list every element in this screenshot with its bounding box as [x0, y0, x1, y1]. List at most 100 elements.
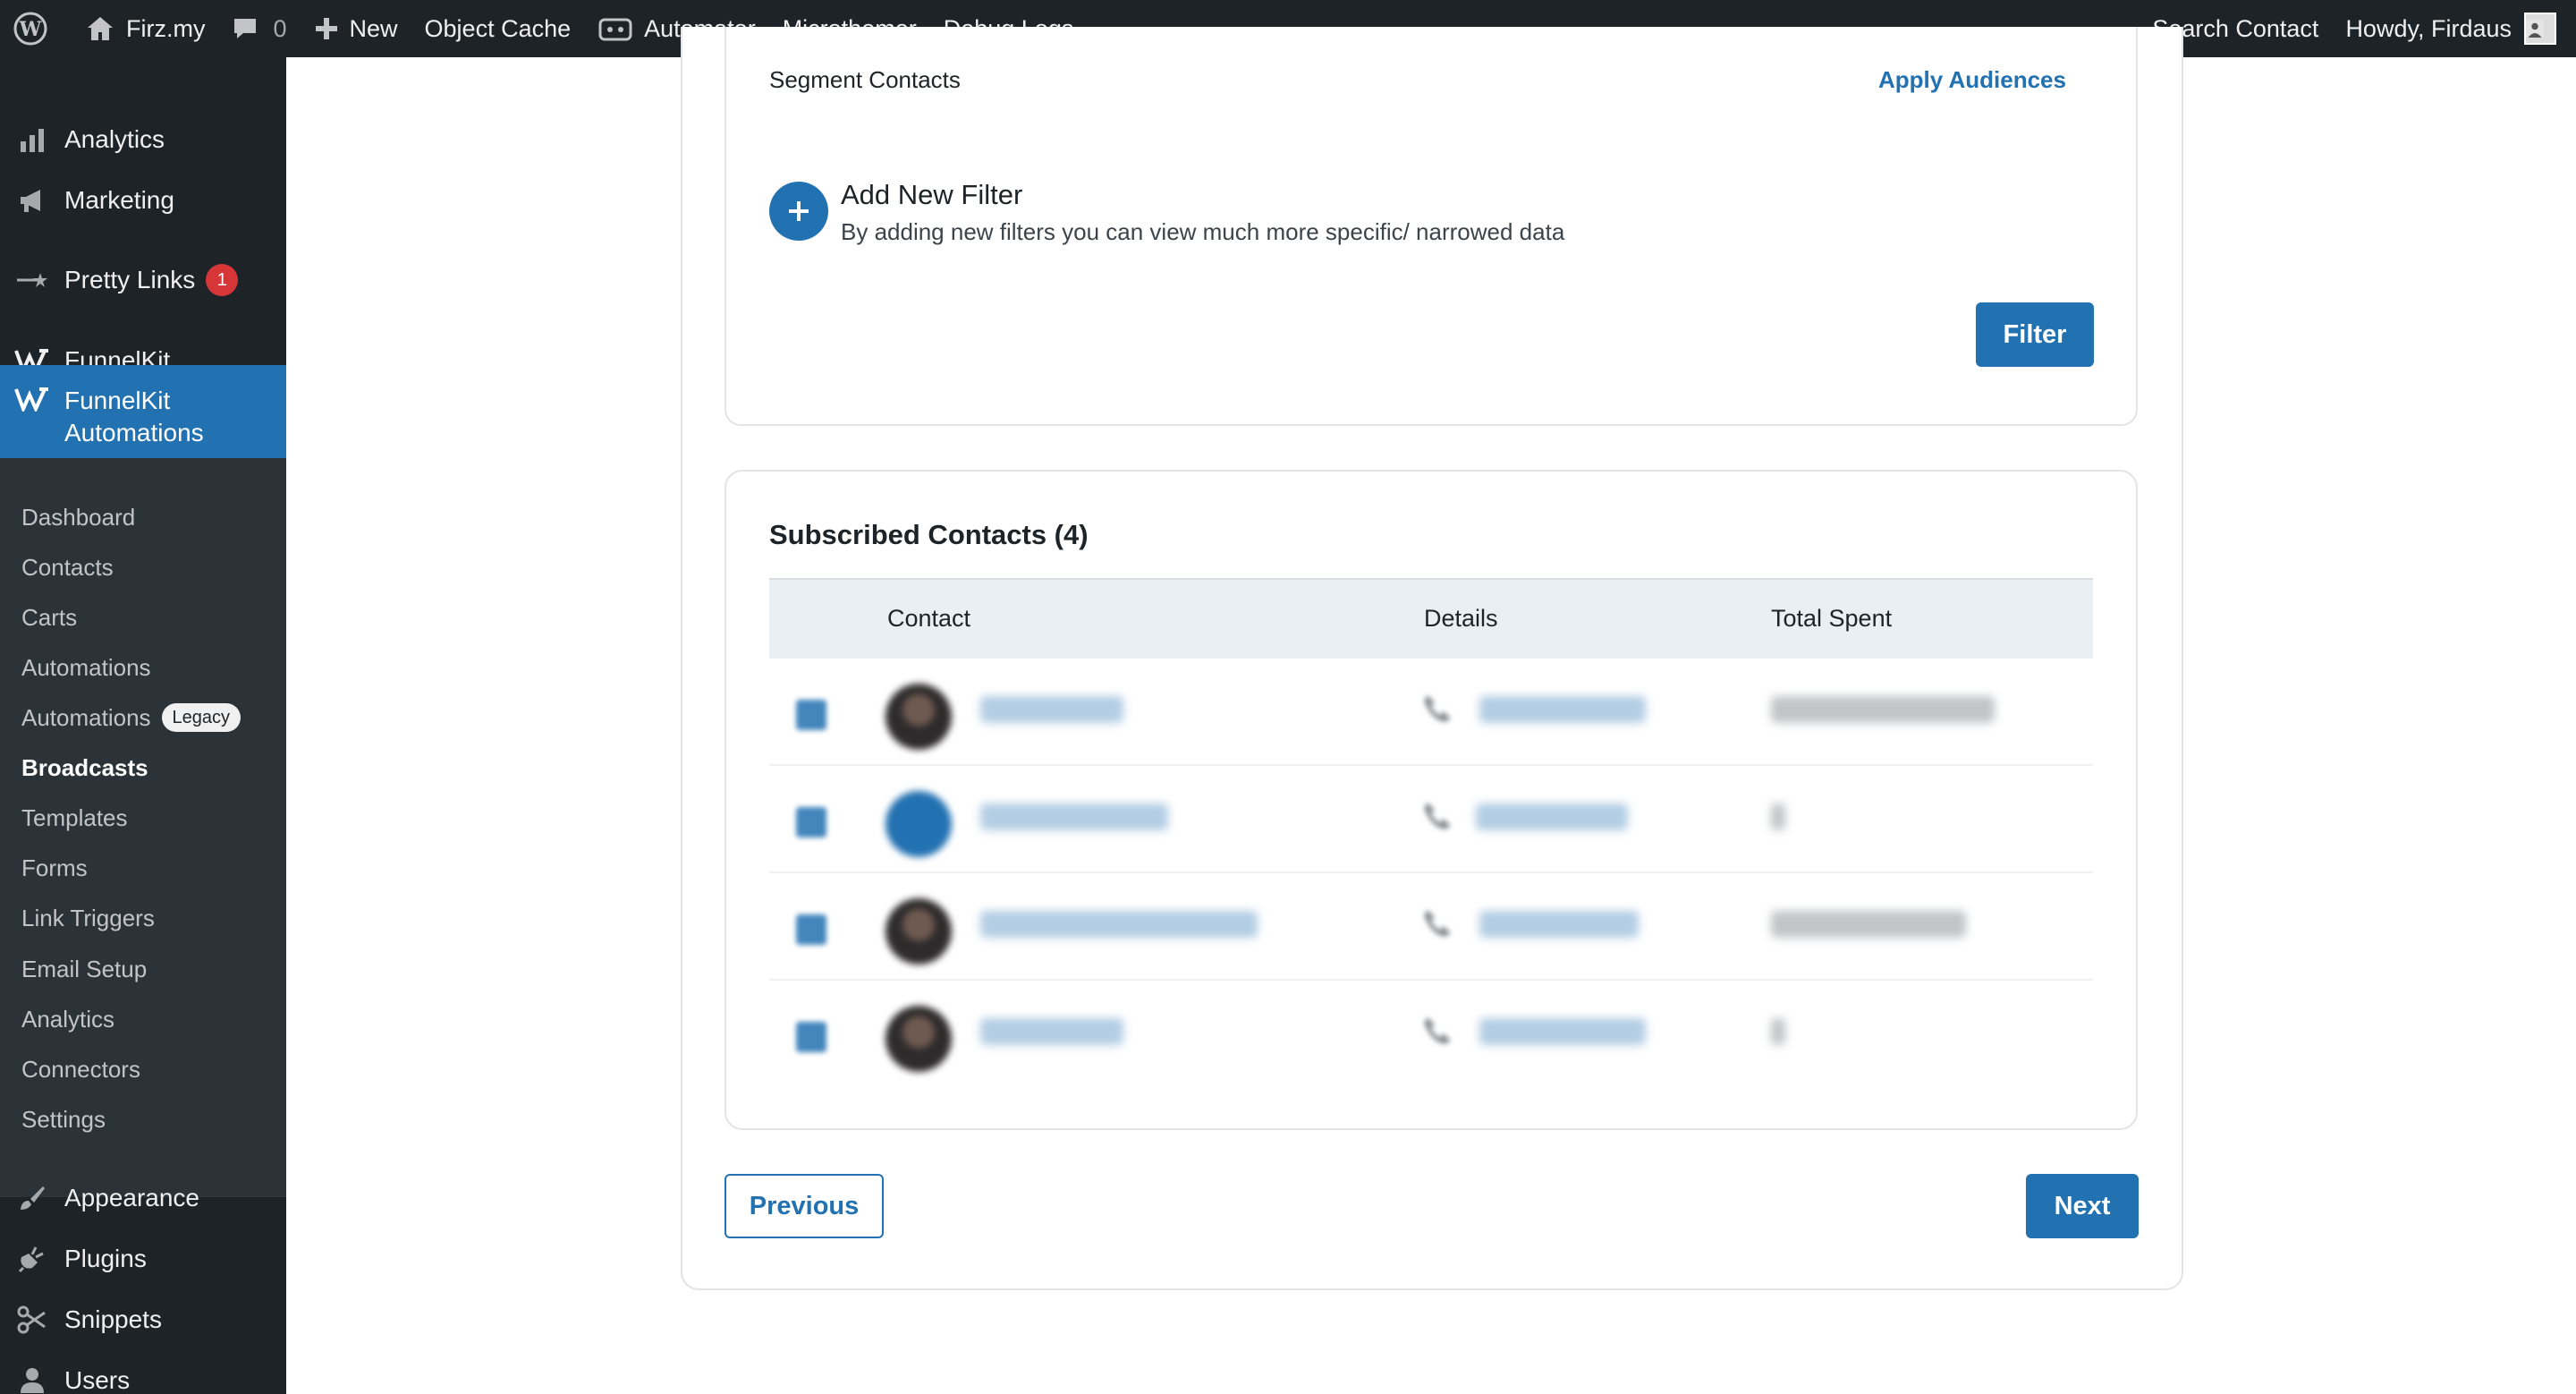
sidebar-item-label: Pretty Links	[64, 266, 196, 293]
site-name-link[interactable]: Firz.my	[72, 0, 218, 57]
add-filter-button[interactable]	[769, 182, 828, 241]
row-checkbox[interactable]	[796, 914, 826, 945]
submenu-carts[interactable]: Carts	[21, 599, 77, 635]
svg-text:W: W	[19, 18, 42, 41]
sidebar-item-label: Plugins	[64, 1245, 147, 1272]
funnelkit-logo-icon	[14, 385, 50, 421]
avatar	[886, 898, 952, 965]
subscribed-contacts-title: Subscribed Contacts (4)	[769, 519, 1089, 550]
plus-icon	[789, 201, 809, 221]
legacy-badge: Legacy	[161, 703, 242, 732]
segment-contacts-label: Segment Contacts	[769, 66, 961, 93]
new-content-link[interactable]: New	[301, 0, 411, 57]
submenu-automations[interactable]: Automations	[21, 650, 151, 685]
table-row[interactable]	[769, 981, 2093, 1088]
blurred-total-spent	[1771, 803, 1785, 830]
sidebar-item-snippets[interactable]: Snippets	[0, 1289, 286, 1350]
comments-link[interactable]: 0	[218, 0, 300, 57]
object-cache-label: Object Cache	[424, 14, 572, 42]
comment-icon	[234, 19, 257, 38]
phone-icon	[1422, 1015, 1453, 1045]
blurred-contact-phone[interactable]	[1479, 911, 1639, 938]
avatar	[2524, 13, 2556, 45]
home-icon	[88, 17, 113, 40]
column-header-details: Details	[1424, 605, 1498, 632]
avatar	[886, 684, 952, 750]
my-account-link[interactable]: Howdy, Firdaus	[2332, 0, 2576, 57]
sidebar-item-label: Marketing	[64, 186, 174, 214]
robot-icon	[598, 18, 632, 41]
comments-count: 0	[273, 14, 287, 42]
sidebar-item-label: Snippets	[64, 1305, 162, 1333]
blurred-contact-name[interactable]	[980, 911, 1258, 938]
previous-button[interactable]: Previous	[724, 1174, 884, 1238]
paintbrush-icon	[14, 1180, 50, 1216]
sidebar-item-pretty-links[interactable]: Pretty Links 1	[0, 250, 286, 310]
submenu-analytics[interactable]: Analytics	[21, 1001, 114, 1037]
submenu-forms[interactable]: Forms	[21, 850, 88, 886]
blurred-contact-name[interactable]	[980, 1018, 1123, 1045]
wordpress-logo-icon[interactable]: W	[0, 0, 72, 57]
blurred-total-spent	[1771, 696, 1995, 723]
contacts-table-header: Contact Details Total Spent	[769, 578, 2093, 659]
submenu-automations-legacy[interactable]: Automations Legacy	[21, 700, 242, 735]
plus-icon	[315, 18, 337, 39]
table-row[interactable]	[769, 766, 2093, 873]
sidebar-item-analytics[interactable]: Analytics	[0, 109, 286, 170]
object-cache-link[interactable]: Object Cache	[411, 0, 585, 57]
submenu-settings[interactable]: Settings	[21, 1101, 106, 1137]
blurred-total-spent	[1771, 1018, 1785, 1045]
submenu-email-setup[interactable]: Email Setup	[21, 951, 147, 987]
sidebar-item-label: Users	[64, 1366, 131, 1394]
table-row[interactable]	[769, 873, 2093, 981]
submenu-connectors[interactable]: Connectors	[21, 1051, 140, 1087]
sidebar-item-label: FunnelKit Automations	[64, 387, 204, 446]
filter-button[interactable]: Filter	[1976, 302, 2094, 367]
row-checkbox[interactable]	[796, 1022, 826, 1052]
user-icon	[14, 1363, 50, 1394]
next-button[interactable]: Next	[2026, 1174, 2139, 1238]
submenu-broadcasts[interactable]: Broadcasts	[21, 750, 148, 786]
avatar	[886, 1006, 952, 1072]
blurred-contact-phone[interactable]	[1479, 696, 1646, 723]
sidebar-item-appearance[interactable]: Appearance	[0, 1168, 286, 1228]
avatar	[886, 791, 952, 857]
sidebar-item-users[interactable]: Users	[0, 1350, 286, 1394]
phone-icon	[1422, 907, 1453, 938]
submenu-templates[interactable]: Templates	[21, 800, 128, 836]
blurred-contact-name[interactable]	[980, 803, 1168, 830]
blurred-contact-phone[interactable]	[1479, 1018, 1646, 1045]
megaphone-icon	[14, 183, 50, 218]
site-name-label: Firz.my	[126, 14, 206, 42]
submenu-label: Automations	[21, 703, 151, 731]
star-link-icon	[14, 262, 50, 298]
sidebar-item-label: Analytics	[64, 125, 165, 153]
scissors-icon	[14, 1302, 50, 1338]
apply-audiences-link[interactable]: Apply Audiences	[1878, 66, 2066, 94]
column-header-contact: Contact	[887, 605, 971, 632]
sidebar-item-plugins[interactable]: Plugins	[0, 1228, 286, 1289]
submenu-contacts[interactable]: Contacts	[21, 549, 114, 585]
submenu-link-triggers[interactable]: Link Triggers	[21, 900, 155, 936]
blurred-contact-name[interactable]	[980, 696, 1123, 723]
new-label: New	[349, 14, 398, 42]
sidebar-item-funnelkit-automations[interactable]: FunnelKit Automations	[0, 365, 286, 458]
update-count-badge: 1	[206, 264, 239, 296]
row-checkbox[interactable]	[796, 700, 826, 730]
table-row[interactable]	[769, 659, 2093, 766]
plug-icon	[14, 1241, 50, 1277]
howdy-label: Howdy, Firdaus	[2345, 14, 2512, 42]
admin-sidebar: Analytics Marketing Pretty Links 1 Funne…	[0, 57, 286, 1394]
blurred-contact-phone[interactable]	[1476, 803, 1628, 830]
row-checkbox[interactable]	[796, 807, 826, 837]
funnelkit-submenu: Dashboard Contacts Carts Automations Aut…	[0, 458, 286, 1197]
submenu-dashboard[interactable]: Dashboard	[21, 499, 135, 535]
phone-icon	[1422, 693, 1453, 723]
sidebar-item-label: Appearance	[64, 1184, 200, 1211]
sidebar-item-marketing[interactable]: Marketing	[0, 170, 286, 231]
add-filter-title[interactable]: Add New Filter	[841, 179, 1022, 211]
column-header-total-spent: Total Spent	[1771, 605, 1893, 632]
add-filter-description: By adding new filters you can view much …	[841, 218, 1565, 245]
bar-chart-icon	[14, 122, 50, 157]
blurred-total-spent	[1771, 911, 1966, 938]
